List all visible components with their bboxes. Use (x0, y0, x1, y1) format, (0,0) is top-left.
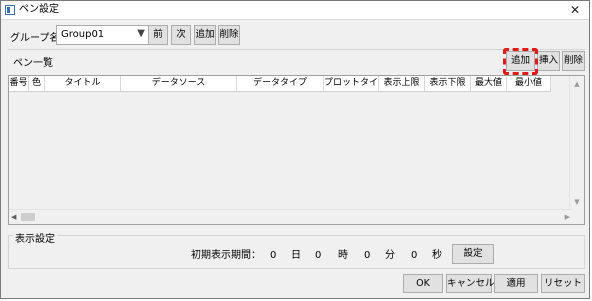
set-period-button[interactable]: 設定 (452, 244, 494, 264)
column-header[interactable]: 最大値 (471, 76, 507, 91)
reset-button[interactable]: リセット (541, 274, 585, 293)
group-name-select[interactable]: Group01 ▼ (56, 25, 150, 45)
cancel-button[interactable]: キャンセル (446, 274, 495, 293)
column-header[interactable]: 色 (29, 76, 45, 91)
prev-group-button[interactable]: 前 (148, 25, 168, 45)
group-select-value: Group01 (61, 29, 105, 40)
horizontal-scrollbar[interactable]: ◀ ▶ (9, 209, 572, 224)
scroll-thumb[interactable] (21, 213, 35, 221)
days-unit: 日 (291, 250, 301, 261)
scroll-up-icon[interactable]: ▲ (570, 78, 584, 90)
delete-pen-button[interactable]: 削除 (562, 51, 585, 71)
scroll-right-icon[interactable]: ▶ (565, 211, 570, 223)
delete-group-button[interactable]: 削除 (218, 25, 240, 45)
add-pen-button[interactable]: 追加 (506, 51, 535, 71)
display-settings-legend: 表示設定 (13, 230, 57, 245)
seconds-value: 0 (411, 250, 418, 261)
scroll-down-icon[interactable]: ▼ (570, 196, 584, 208)
add-group-button[interactable]: 追加 (194, 25, 216, 45)
column-header[interactable]: タイトル (45, 76, 121, 91)
apply-button[interactable]: 適用 (494, 274, 538, 293)
close-icon[interactable]: ✕ (567, 2, 583, 18)
group-toolbar: グループ名 Group01 ▼ 前 次 追加 削除 (8, 25, 588, 47)
pen-list-label: ペン一覧 (13, 58, 53, 69)
window-icon (5, 5, 15, 15)
column-header[interactable]: プロットタイプ (324, 76, 379, 91)
hours-value: 0 (315, 250, 322, 261)
vertical-scrollbar[interactable]: ▲ ▼ (569, 76, 584, 210)
column-header[interactable]: 表示下限 (425, 76, 471, 91)
pen-table[interactable]: 番号 色 タイトル データソース データタイプ プロットタイプ 表示上限 表示下… (8, 75, 585, 225)
column-header[interactable]: データソース (121, 76, 237, 91)
table-header: 番号 色 タイトル データソース データタイプ プロットタイプ 表示上限 表示下… (9, 76, 551, 92)
column-header[interactable]: 表示上限 (379, 76, 425, 91)
hours-unit: 時 (338, 250, 348, 261)
chevron-down-icon[interactable]: ▼ (137, 28, 145, 39)
insert-pen-button[interactable]: 挿入 (537, 51, 560, 71)
column-header[interactable]: 番号 (9, 76, 29, 91)
divider (8, 49, 585, 50)
title-bar: ペン設定 ✕ (1, 1, 589, 20)
minutes-unit: 分 (385, 250, 395, 261)
seconds-unit: 秒 (432, 250, 442, 261)
pen-settings-dialog: ペン設定 ✕ グループ名 Group01 ▼ 前 次 追加 削除 ペン一覧 追加… (0, 0, 590, 299)
initial-period-label: 初期表示期間： (191, 250, 261, 261)
scroll-left-icon[interactable]: ◀ (11, 211, 16, 223)
days-value: 0 (270, 250, 277, 261)
column-header[interactable]: 最小値 (507, 76, 551, 91)
column-header[interactable]: データタイプ (237, 76, 324, 91)
next-group-button[interactable]: 次 (171, 25, 191, 45)
group-name-label: グループ名 (10, 33, 60, 44)
minutes-value: 0 (364, 250, 371, 261)
ok-button[interactable]: OK (403, 274, 443, 293)
window-title: ペン設定 (19, 4, 59, 15)
